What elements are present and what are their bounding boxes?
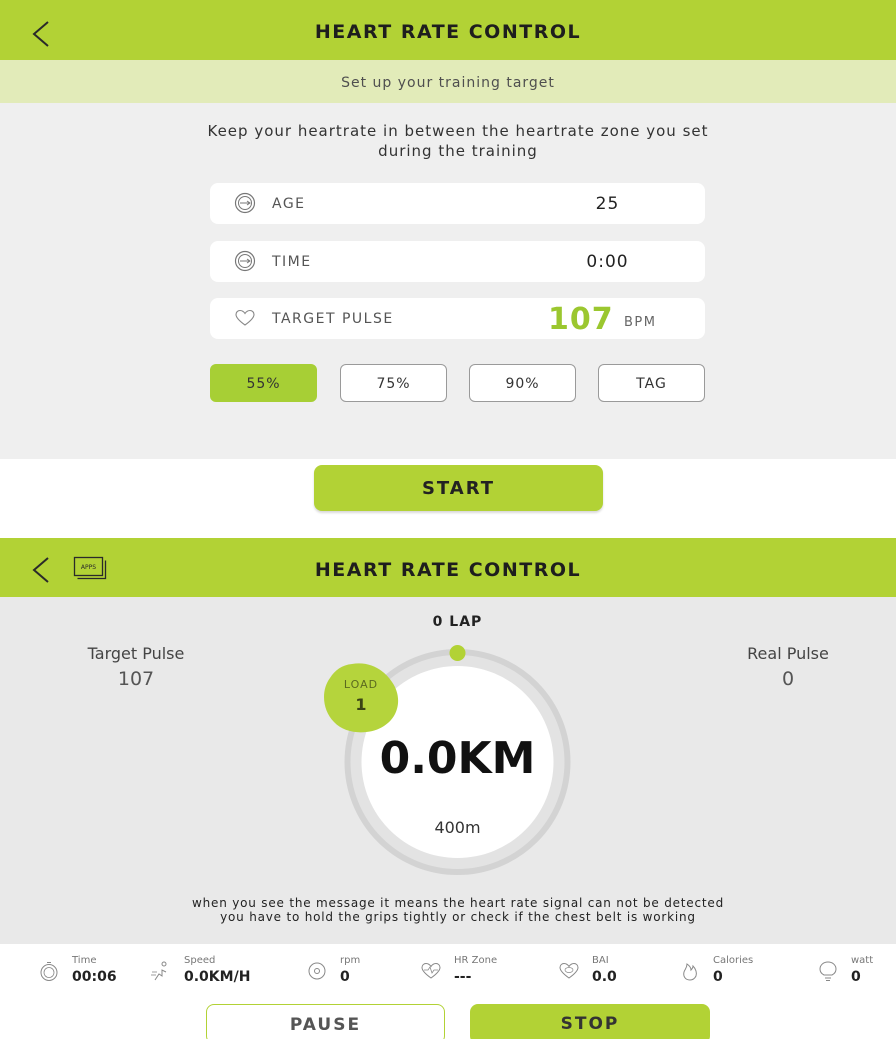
stat-label: rpm <box>340 955 361 966</box>
setup-header: HEART RATE CONTROL <box>0 0 896 60</box>
stat-label: watt <box>851 955 874 966</box>
stat-value: 00:06 <box>72 969 117 985</box>
signal-message-line-1: when you see the message it means the he… <box>192 896 724 910</box>
lap-progress-dot <box>449 645 466 661</box>
apps-label: APPS <box>81 564 96 571</box>
stat-label: Speed <box>184 955 216 966</box>
page-title: HEART RATE CONTROL <box>314 21 582 43</box>
real-pulse-value: 0 <box>781 668 795 690</box>
stat-value: 0 <box>340 969 350 985</box>
bulb-icon <box>817 960 839 982</box>
bpm-unit: BPM <box>624 315 657 330</box>
lap-count: 0 LAP <box>432 614 483 630</box>
zone-90-button[interactable]: 90% <box>469 364 576 402</box>
target-pulse-label: TARGET PULSE <box>272 311 394 327</box>
target-pulse-label: Target Pulse <box>87 644 185 663</box>
target-pulse-value: 107 <box>548 302 614 337</box>
time-label: TIME <box>272 254 312 270</box>
heart-pulse-icon <box>420 960 442 982</box>
stat-label: BAI <box>592 955 609 966</box>
stat-label: Calories <box>713 955 754 966</box>
rpm-icon <box>306 960 328 982</box>
zone-55-button[interactable]: 55% <box>210 364 317 402</box>
zone-tag-button[interactable]: TAG <box>598 364 705 402</box>
setup-subtitle: Set up your training target <box>0 60 896 103</box>
target-pulse-field[interactable]: TARGET PULSE 107 BPM <box>210 298 705 339</box>
target-pulse-value: 107 <box>117 668 155 690</box>
time-value[interactable]: 0:00 <box>565 241 650 283</box>
signal-message-line-2: you have to hold the grips tightly or ch… <box>220 910 696 924</box>
stat-value: 0.0KM/H <box>184 969 251 985</box>
flame-icon <box>679 960 701 982</box>
load-value: 1 <box>355 695 367 714</box>
setup-description: Keep your heartrate in between the heart… <box>207 122 709 160</box>
stat-value: 0 <box>713 969 723 985</box>
heart-icon <box>234 307 256 329</box>
bai-heart-icon <box>558 960 580 982</box>
stat-value: --- <box>454 969 472 985</box>
start-button[interactable]: START <box>314 465 603 511</box>
age-value[interactable]: 25 <box>565 183 650 225</box>
stat-value: 0.0 <box>592 969 617 985</box>
dial-icon <box>234 192 256 214</box>
page-title: HEART RATE CONTROL <box>314 559 582 581</box>
lap-length: 400m <box>434 818 481 837</box>
setup-panel: Keep your heartrate in between the heart… <box>0 103 896 459</box>
age-field[interactable]: AGE 25 <box>210 183 705 224</box>
load-badge: LOAD 1 <box>322 662 400 734</box>
stats-bar: Time 00:06 Speed 0.0KM/H rpm 0 HR Zone -… <box>0 944 896 994</box>
stat-value: 0 <box>851 969 861 985</box>
app-screen: HEART RATE CONTROL Set up your training … <box>0 0 896 1039</box>
zone-75-button[interactable]: 75% <box>340 364 447 402</box>
signal-message: when you see the message it means the he… <box>100 896 816 924</box>
stop-button[interactable]: STOP <box>470 1004 710 1039</box>
real-pulse-label: Real Pulse <box>747 644 829 663</box>
load-label: LOAD <box>343 678 379 691</box>
stopwatch-icon <box>38 960 60 982</box>
stat-label: HR Zone <box>454 955 498 966</box>
dial-icon <box>234 250 256 272</box>
time-field[interactable]: TIME 0:00 <box>210 241 705 282</box>
runner-icon <box>150 960 172 982</box>
workout-header: HEART RATE CONTROL <box>0 538 896 598</box>
age-label: AGE <box>272 196 306 212</box>
apps-icon[interactable]: APPS <box>73 556 107 582</box>
distance-value: 0.0KM <box>379 733 536 784</box>
stat-label: Time <box>72 955 97 966</box>
pause-button[interactable]: PAUSE <box>206 1004 445 1039</box>
